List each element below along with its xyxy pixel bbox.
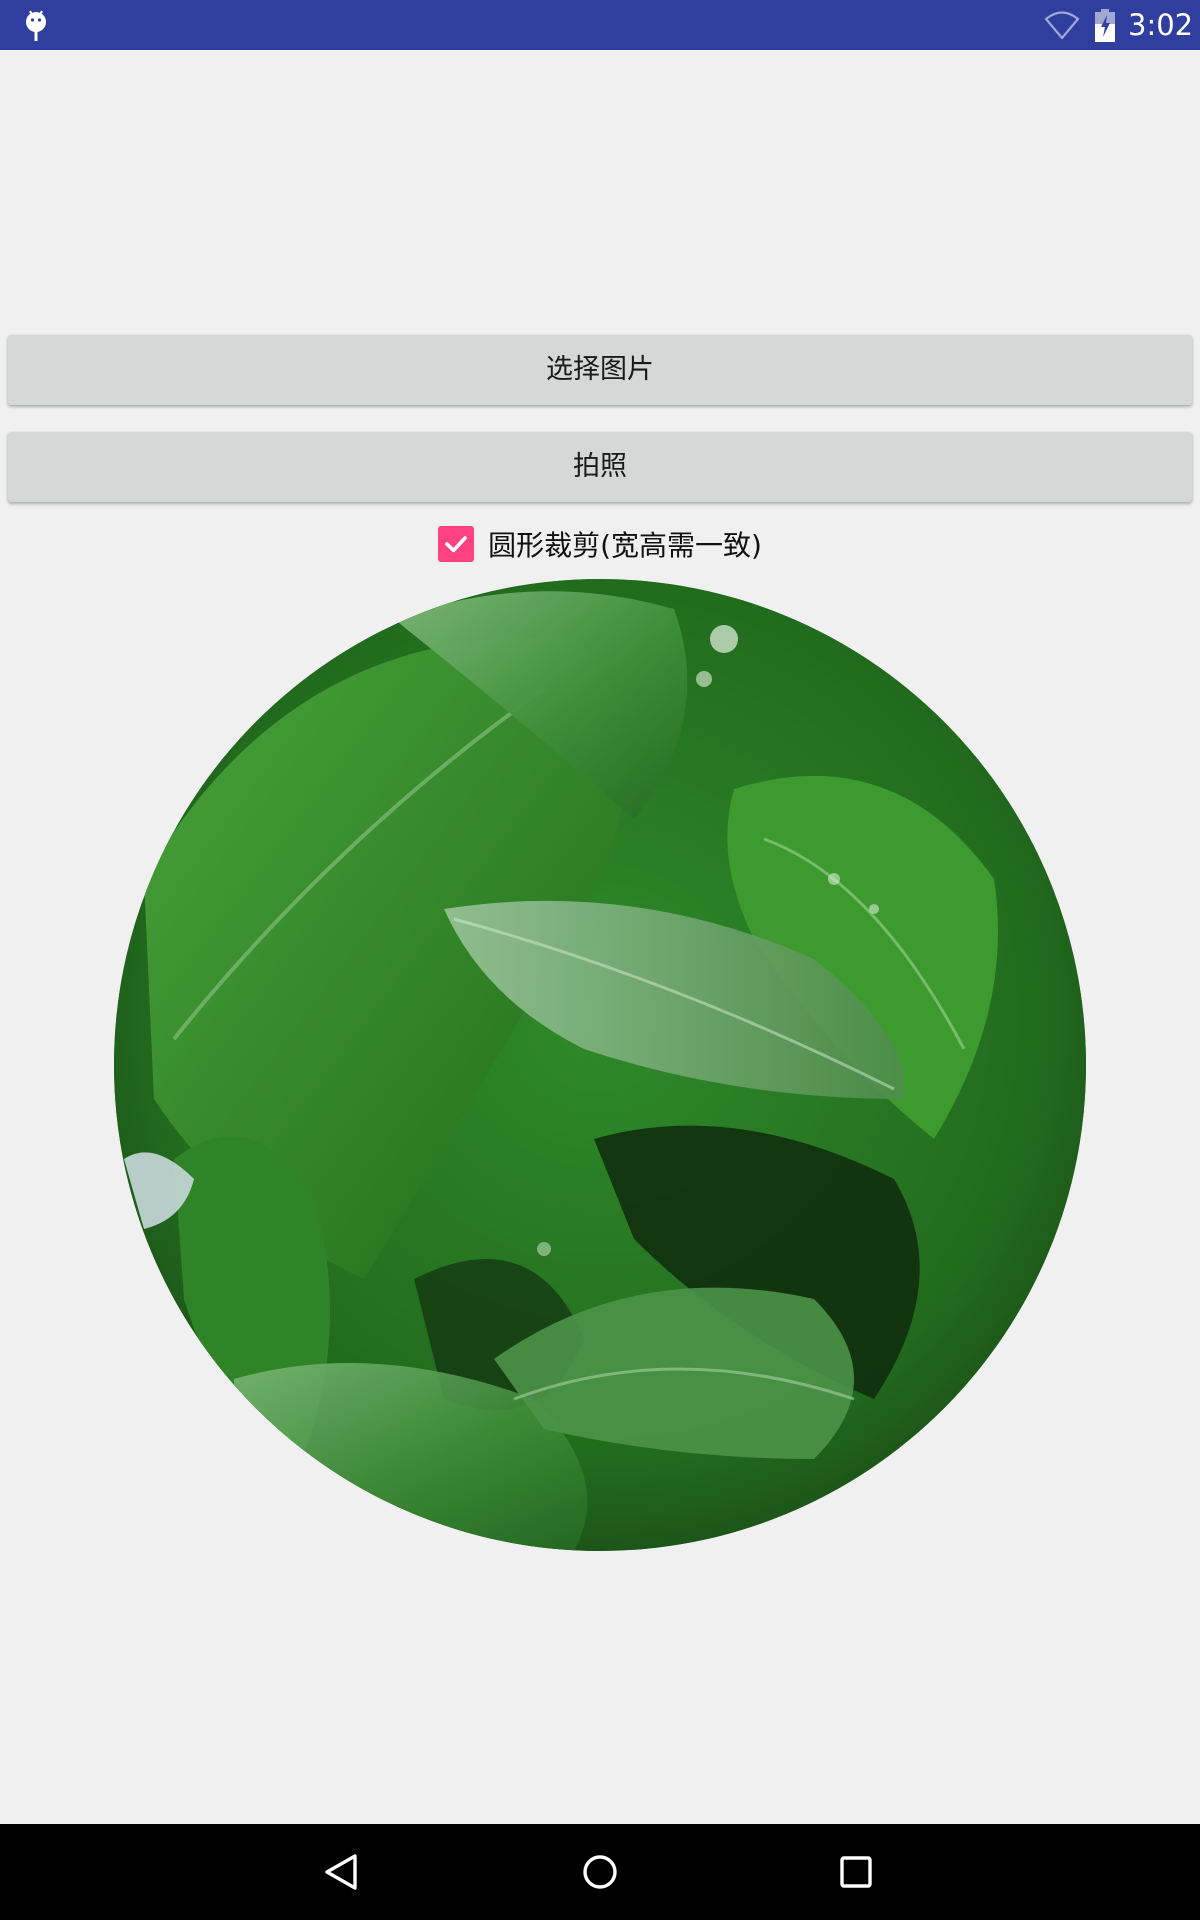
back-icon[interactable] (313, 1842, 373, 1902)
checkmark-icon (445, 536, 467, 553)
battery-charging-icon (1095, 9, 1115, 42)
status-bar: 3:02 (0, 0, 1200, 50)
circle-crop-checkbox[interactable] (438, 526, 475, 562)
circle-crop-label: 圆形裁剪(宽高需一致) (488, 529, 762, 562)
circle-crop-option: 圆形裁剪(宽高需一致) (0, 524, 1200, 574)
circle-crop-checkbox-control[interactable]: 圆形裁剪(宽高需一致) (438, 524, 762, 564)
status-clock: 3:02 (1128, 8, 1194, 42)
select-image-button[interactable]: 选择图片 (8, 335, 1192, 405)
cropped-photo-preview (114, 579, 1086, 1551)
wifi-icon (1044, 11, 1080, 40)
leaves-photo (114, 579, 1086, 1551)
navigation-bar (0, 1824, 1200, 1920)
take-photo-button[interactable]: 拍照 (8, 432, 1192, 502)
android-icon (26, 10, 46, 41)
recent-apps-icon[interactable] (826, 1842, 886, 1902)
home-icon[interactable] (570, 1842, 630, 1902)
